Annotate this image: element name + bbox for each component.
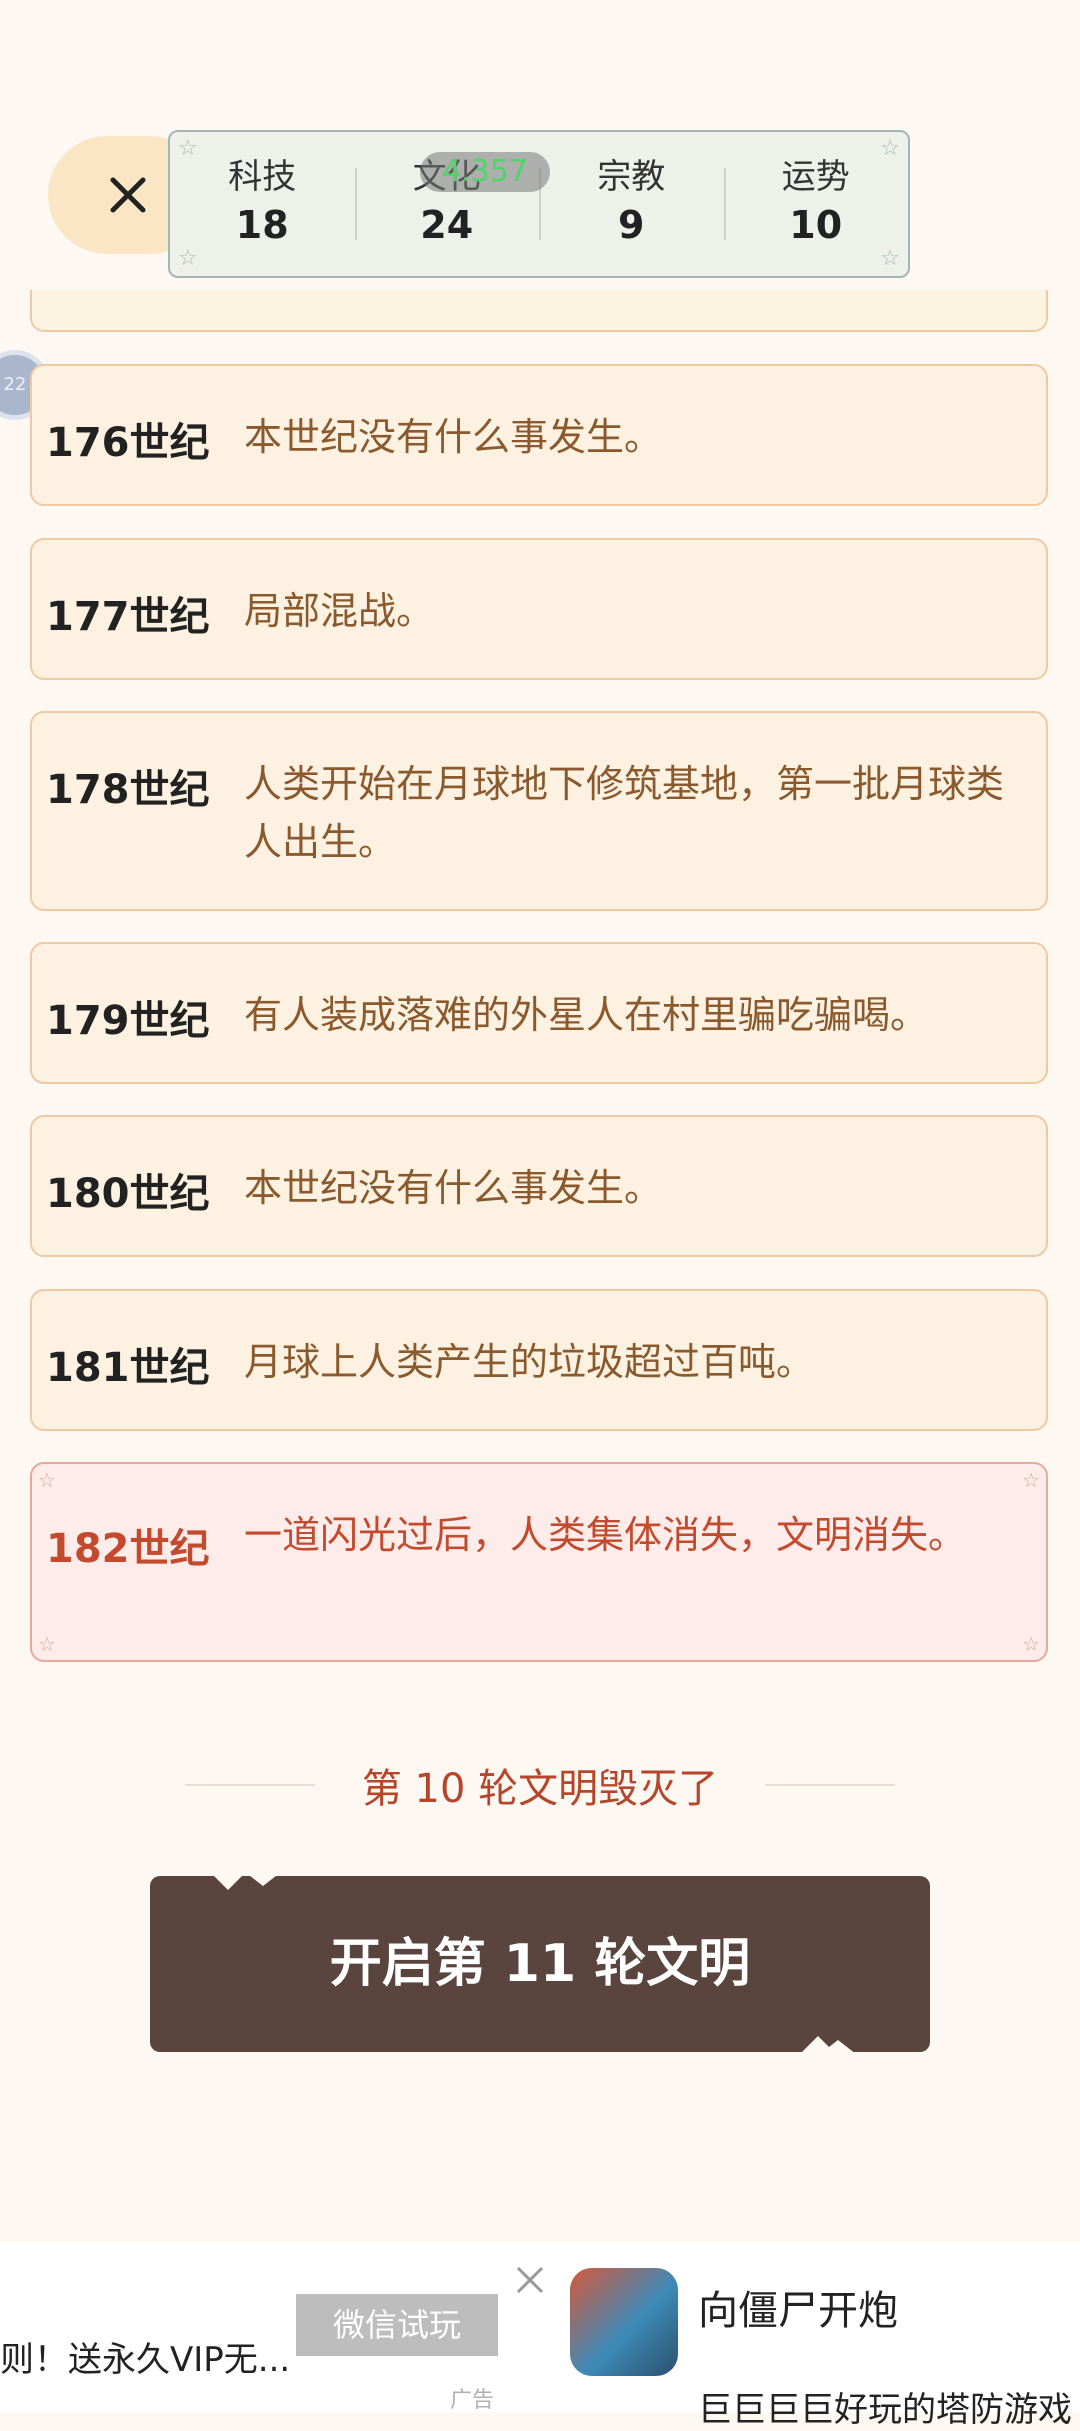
stat-label: 宗教 (597, 157, 666, 197)
stat-religion: 宗教 9 (539, 156, 724, 252)
stat-fortune: 运势 10 (723, 156, 909, 252)
event-century: 176世纪 (46, 420, 210, 466)
game-app-icon[interactable] (570, 2268, 678, 2376)
event-text: 本世纪没有什么事发生。 (244, 415, 663, 459)
button-notch (245, 1872, 281, 1886)
ad-text: 则！送永久VIP无... (0, 2340, 291, 2380)
event-century: 179世纪 (46, 998, 210, 1044)
event-card: 181世纪 月球上人类产生的垃圾超过百吨。 (30, 1289, 1048, 1431)
event-text: 人类开始在月球地下修筑基地，第一批月球类人出生。 (244, 762, 1005, 864)
button-notch (820, 2040, 856, 2054)
stat-technology: 科技 18 (170, 156, 355, 252)
event-text: 一道闪光过后，人类集体消失，文明消失。 (244, 1513, 967, 1557)
ad-title[interactable]: 向僵尸开炮 (698, 2278, 898, 2336)
event-card: 177世纪 局部混战。 (30, 538, 1048, 680)
summary-text: 第 10 轮文明毁灭了 (361, 1766, 719, 1812)
event-text: 有人装成落难的外星人在村里骗吃骗喝。 (244, 993, 929, 1037)
event-card: 180世纪 本世纪没有什么事发生。 (30, 1115, 1048, 1257)
star-icon: ☆ (1022, 1468, 1040, 1492)
ad-subtitle: 巨巨巨巨好玩的塔防游戏 (698, 2390, 1072, 2430)
stat-label: 运势 (781, 157, 850, 197)
ad-close-icon[interactable] (512, 2262, 548, 2298)
overlay-counter: 4.357 (420, 152, 550, 192)
event-century: 180世纪 (46, 1171, 210, 1217)
stat-value: 9 (618, 203, 645, 247)
event-text: 本世纪没有什么事发生。 (244, 1166, 663, 1210)
event-text: 局部混战。 (244, 589, 435, 633)
start-next-civilization-button[interactable]: 开启第 11 轮文明 (150, 1876, 930, 2052)
event-card: 176世纪 本世纪没有什么事发生。 (30, 364, 1048, 506)
ad-label: 广告 (450, 2388, 495, 2413)
star-icon: ☆ (38, 1632, 56, 1656)
event-card: 179世纪 有人装成落难的外星人在村里骗吃骗喝。 (30, 942, 1048, 1084)
star-icon: ☆ (38, 1468, 56, 1492)
stat-value: 24 (420, 203, 474, 247)
star-icon: ☆ (1022, 1632, 1040, 1656)
stats-panel: ☆ ☆ ☆ ☆ 科技 18 文化 24 宗教 9 运势 10 (168, 130, 910, 278)
event-century: 177世纪 (46, 594, 210, 640)
event-card-final: ☆ ☆ ☆ ☆ 182世纪 一道闪光过后，人类集体消失，文明消失。 (30, 1462, 1048, 1662)
stat-label: 科技 (228, 157, 297, 197)
close-icon (110, 177, 146, 213)
stat-value: 10 (789, 203, 843, 247)
event-card: 178世纪 人类开始在月球地下修筑基地，第一批月球类人出生。 (30, 711, 1048, 911)
event-century: 182世纪 (46, 1526, 210, 1572)
event-century: 178世纪 (46, 767, 210, 813)
event-century: 181世纪 (46, 1345, 210, 1391)
event-text: 月球上人类产生的垃圾超过百吨。 (244, 1340, 815, 1384)
button-notch (210, 1872, 246, 1890)
ad-trial-button[interactable]: 微信试玩 (296, 2294, 498, 2356)
event-card-partial (30, 290, 1048, 332)
stat-value: 18 (235, 203, 289, 247)
ad-banner[interactable]: 则！送永久VIP无... 微信试玩 广告 向僵尸开炮 巨巨巨巨好玩的塔防游戏 (0, 2242, 1080, 2430)
